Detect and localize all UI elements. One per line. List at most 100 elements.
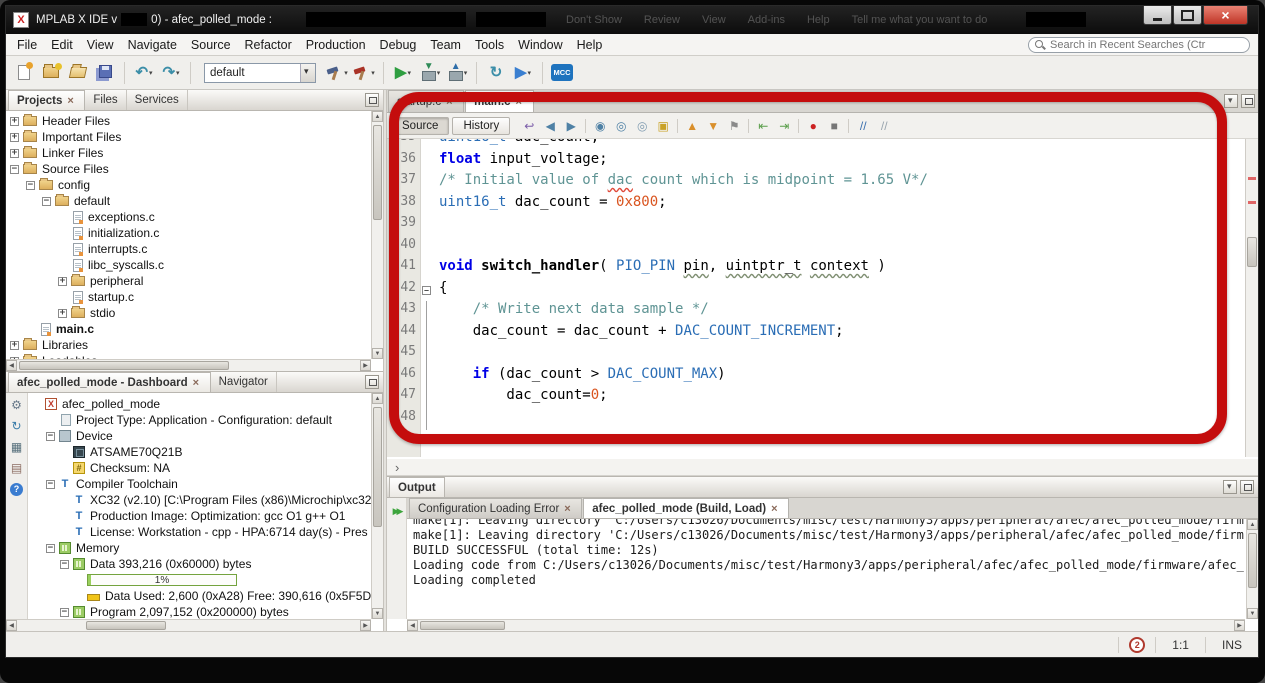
undo-icon[interactable]: ↶▾ (132, 60, 156, 86)
code-column[interactable]: uint16_t adc_count;float input_voltage;/… (433, 139, 1245, 430)
make-program-device-icon[interactable]: ▾ (418, 60, 442, 86)
output-horizontal-scrollbar[interactable]: ◀ ▶ (407, 619, 1245, 631)
record-macro-icon[interactable]: ● (803, 116, 823, 136)
tree-item[interactable]: Program 2,097,152 (0x200000) bytes (28, 604, 371, 619)
comment-icon[interactable]: // (853, 116, 873, 136)
scroll-right-icon[interactable]: ▶ (360, 360, 371, 371)
tree-item[interactable]: exceptions.c (6, 209, 371, 225)
float-window-icon[interactable] (365, 93, 379, 107)
scrollbar-thumb[interactable] (1248, 533, 1257, 588)
configuration-select[interactable]: default (204, 63, 316, 83)
save-all-icon[interactable] (93, 60, 117, 86)
last-edit-icon[interactable]: ↩ (519, 116, 539, 136)
scrollbar-thumb[interactable] (373, 407, 382, 527)
tree-item[interactable]: 1% (28, 572, 371, 588)
tree-item[interactable]: Libraries (6, 337, 371, 353)
source-view-button[interactable]: Source (391, 117, 449, 135)
read-device-memory-icon[interactable]: ▾ (445, 60, 469, 86)
close-tab-icon[interactable] (771, 503, 780, 515)
close-tab-icon[interactable] (193, 377, 202, 389)
projects-tab[interactable]: Services (127, 90, 188, 110)
toggle-highlight-icon[interactable]: ▣ (653, 116, 673, 136)
output-header-tab[interactable]: Output (389, 477, 445, 497)
clean-build-icon[interactable]: ▾ (352, 60, 376, 86)
forward-icon[interactable]: ▶ (561, 116, 581, 136)
project-properties-icon[interactable]: ⚙ (8, 396, 26, 414)
redo-icon[interactable]: ↷▾ (159, 60, 183, 86)
tree-item[interactable]: ATSAME70Q21B (28, 444, 371, 460)
shift-right-icon[interactable]: ⇥ (774, 116, 794, 136)
scroll-up-icon[interactable]: ▲ (372, 393, 383, 404)
scroll-down-icon[interactable]: ▼ (372, 348, 383, 359)
debug-project-icon[interactable]: ▶▾ (511, 60, 535, 86)
maximize-editor-icon[interactable] (1241, 94, 1255, 108)
search-input[interactable] (1050, 39, 1243, 51)
scrollbar-thumb[interactable] (86, 621, 166, 630)
expand-toggle-icon[interactable] (58, 277, 67, 286)
build-console[interactable]: make[1]: Leaving directory 'C:/Users/c13… (407, 519, 1245, 619)
output-tab[interactable]: afec_polled_mode (Build, Load) (583, 498, 789, 518)
menu-production[interactable]: Production (299, 35, 373, 55)
uncomment-icon[interactable]: // (874, 116, 894, 136)
refresh-dashboard-icon[interactable]: ↻ (8, 417, 26, 435)
scroll-right-icon[interactable]: ▶ (1234, 620, 1245, 631)
float-window-icon[interactable] (365, 375, 379, 389)
tree-item[interactable]: Project Type: Application - Configuratio… (28, 412, 371, 428)
tree-item[interactable]: Data Used: 2,600 (0xA28) Free: 390,616 (… (28, 588, 371, 604)
menu-refactor[interactable]: Refactor (238, 35, 299, 55)
scrollbar-thumb[interactable] (19, 361, 229, 370)
expand-toggle-icon[interactable] (46, 544, 55, 553)
run-project-icon[interactable]: ▶▾ (391, 60, 415, 86)
dashboard-tab[interactable]: Navigator (211, 372, 277, 392)
menu-help[interactable]: Help (570, 35, 610, 55)
expand-toggle-icon[interactable] (60, 560, 69, 569)
notifications-icon[interactable]: 2 (1129, 637, 1145, 653)
build-project-icon[interactable]: ▾ (325, 60, 349, 86)
tree-item[interactable]: Checksum: NA (28, 460, 371, 476)
find-previous-icon[interactable]: ◎ (632, 116, 652, 136)
dashboard-tab[interactable]: afec_polled_mode - Dashboard (8, 372, 211, 392)
scroll-left-icon[interactable]: ◀ (6, 360, 17, 371)
expand-toggle-icon[interactable] (58, 309, 67, 318)
editor-vertical-scrollbar[interactable] (1245, 139, 1258, 457)
scroll-left-icon[interactable]: ◀ (407, 620, 418, 631)
tree-item[interactable]: Memory (28, 540, 371, 556)
tree-item[interactable]: Header Files (6, 113, 371, 129)
tree-item[interactable]: Production Image: Optimization: gcc O1 g… (28, 508, 371, 524)
fold-collapse-icon[interactable] (422, 286, 431, 295)
menu-edit[interactable]: Edit (44, 35, 80, 55)
expand-toggle-icon[interactable] (10, 341, 19, 350)
editor-tab[interactable]: main.c (465, 90, 533, 112)
expand-toggle-icon[interactable] (10, 149, 19, 158)
tree-item[interactable]: Device (28, 428, 371, 444)
scroll-down-icon[interactable]: ▼ (1247, 608, 1258, 619)
projects-tab[interactable]: Projects (8, 90, 85, 110)
menu-team[interactable]: Team (423, 35, 468, 55)
projects-horizontal-scrollbar[interactable]: ◀ ▶ (6, 359, 371, 371)
tree-item[interactable]: startup.c (6, 289, 371, 305)
tree-item[interactable]: Linker Files (6, 145, 371, 161)
expand-toggle-icon[interactable] (10, 117, 19, 126)
toggle-bookmark-icon[interactable]: ⚑ (724, 116, 744, 136)
projects-tab[interactable]: Files (85, 90, 126, 110)
minimize-button[interactable] (1143, 6, 1172, 25)
close-tab-icon[interactable] (516, 96, 525, 108)
scrollbar-thumb[interactable] (1247, 237, 1257, 267)
output-tab[interactable]: Configuration Loading Error (409, 498, 582, 518)
open-project-icon[interactable] (66, 60, 90, 86)
tree-item[interactable]: Source Files (6, 161, 371, 177)
tree-item[interactable]: stdio (6, 305, 371, 321)
tree-item[interactable]: initialization.c (6, 225, 371, 241)
scroll-right-icon[interactable]: ▶ (360, 620, 371, 631)
tree-item[interactable]: libc_syscalls.c (6, 257, 371, 273)
editor-tab[interactable]: startup.c (388, 90, 464, 112)
docs-icon[interactable]: ▤ (8, 459, 26, 477)
chevron-down-icon[interactable] (1223, 480, 1237, 494)
close-tab-icon[interactable] (564, 503, 573, 515)
back-icon[interactable]: ◀ (540, 116, 560, 136)
next-bookmark-icon[interactable]: ▼ (703, 116, 723, 136)
scrollbar-thumb[interactable] (373, 125, 382, 220)
mcc-icon[interactable]: MCC (550, 60, 574, 86)
tree-item[interactable]: Important Files (6, 129, 371, 145)
expand-toggle-icon[interactable] (10, 165, 19, 174)
